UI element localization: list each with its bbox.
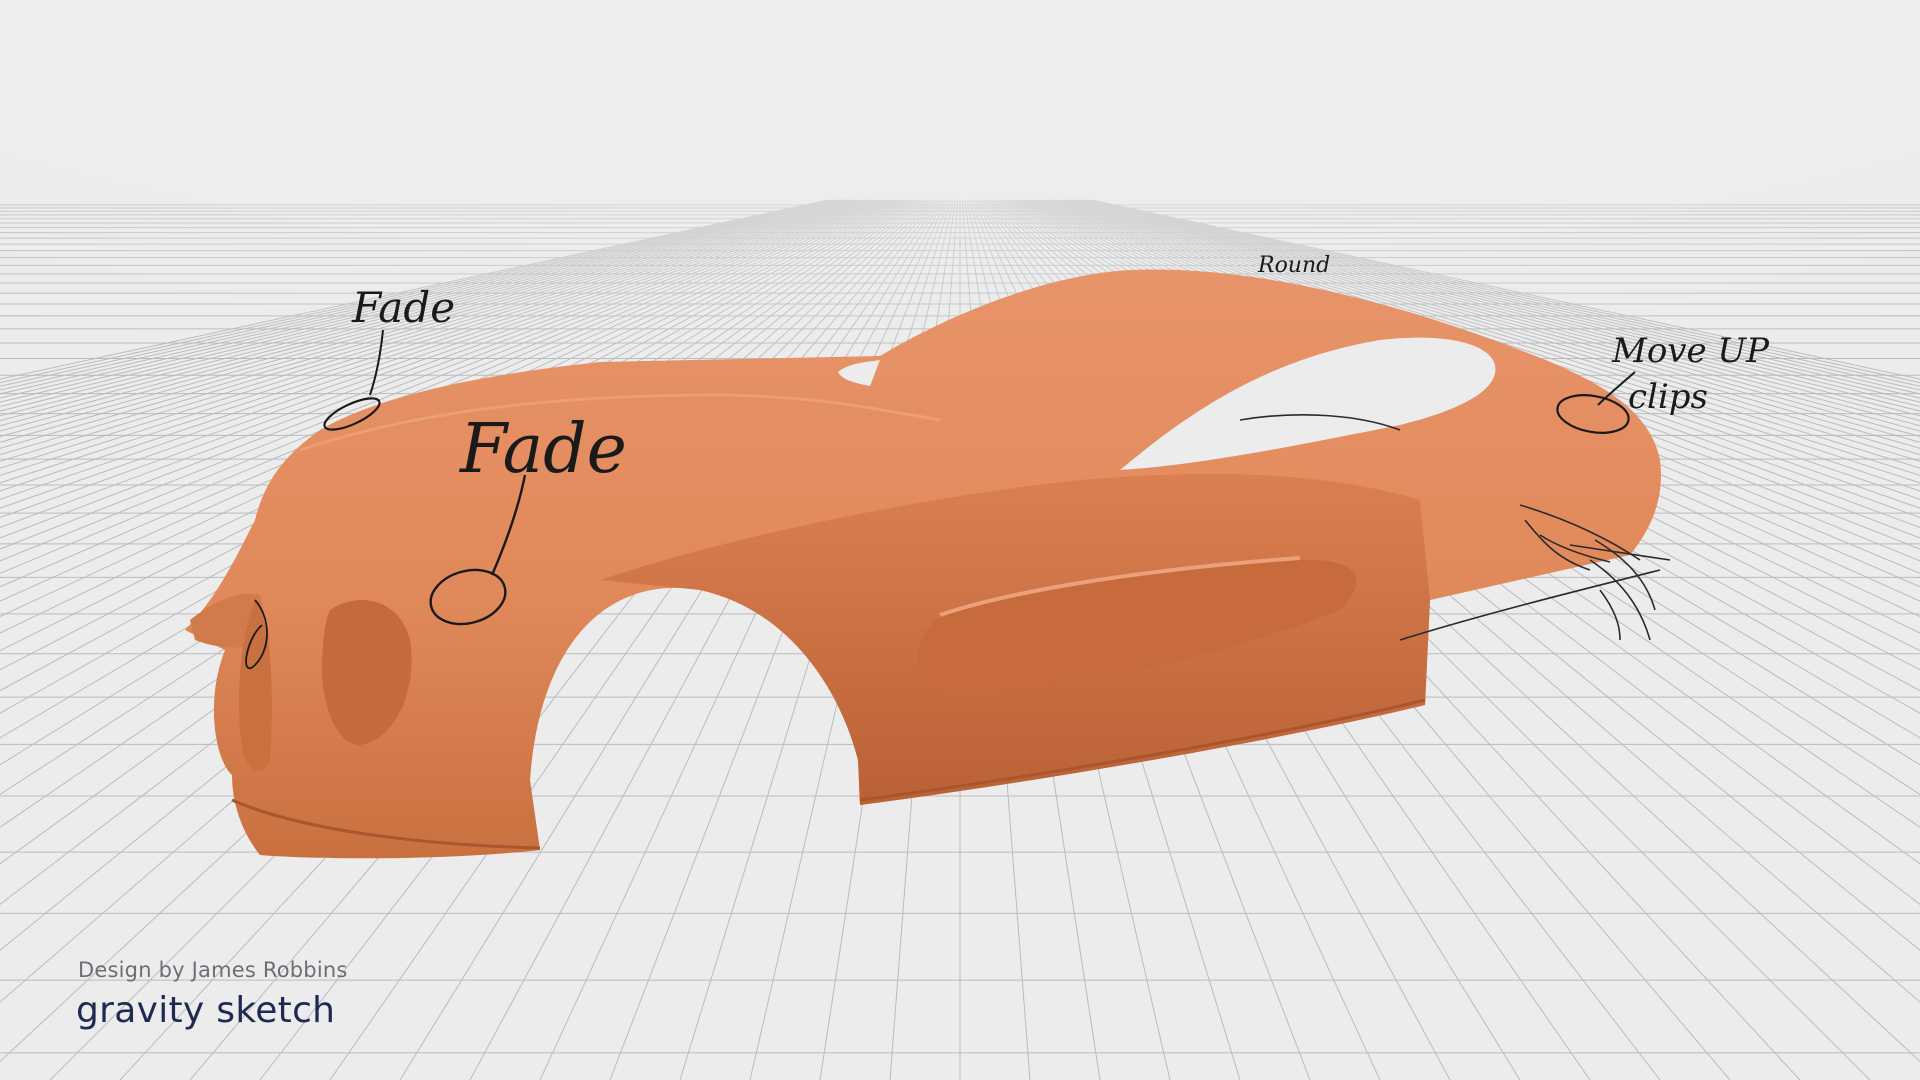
svg-text:Fade: Fade <box>351 283 455 332</box>
svg-text:clips: clips <box>1628 377 1708 417</box>
brand-wordmark: gravity sketch <box>76 990 336 1031</box>
svg-text:Move UP: Move UP <box>1611 331 1770 371</box>
annotation-roof: Round <box>1257 253 1330 278</box>
viewport-canvas[interactable]: Fade Fade Round Move UP clips Design by … <box>0 0 1920 1080</box>
scene: Fade Fade Round Move UP clips <box>0 0 1920 1080</box>
svg-text:Round: Round <box>1257 253 1330 278</box>
design-credit: Design by James Robbins <box>78 958 348 982</box>
svg-text:Fade: Fade <box>458 410 627 489</box>
